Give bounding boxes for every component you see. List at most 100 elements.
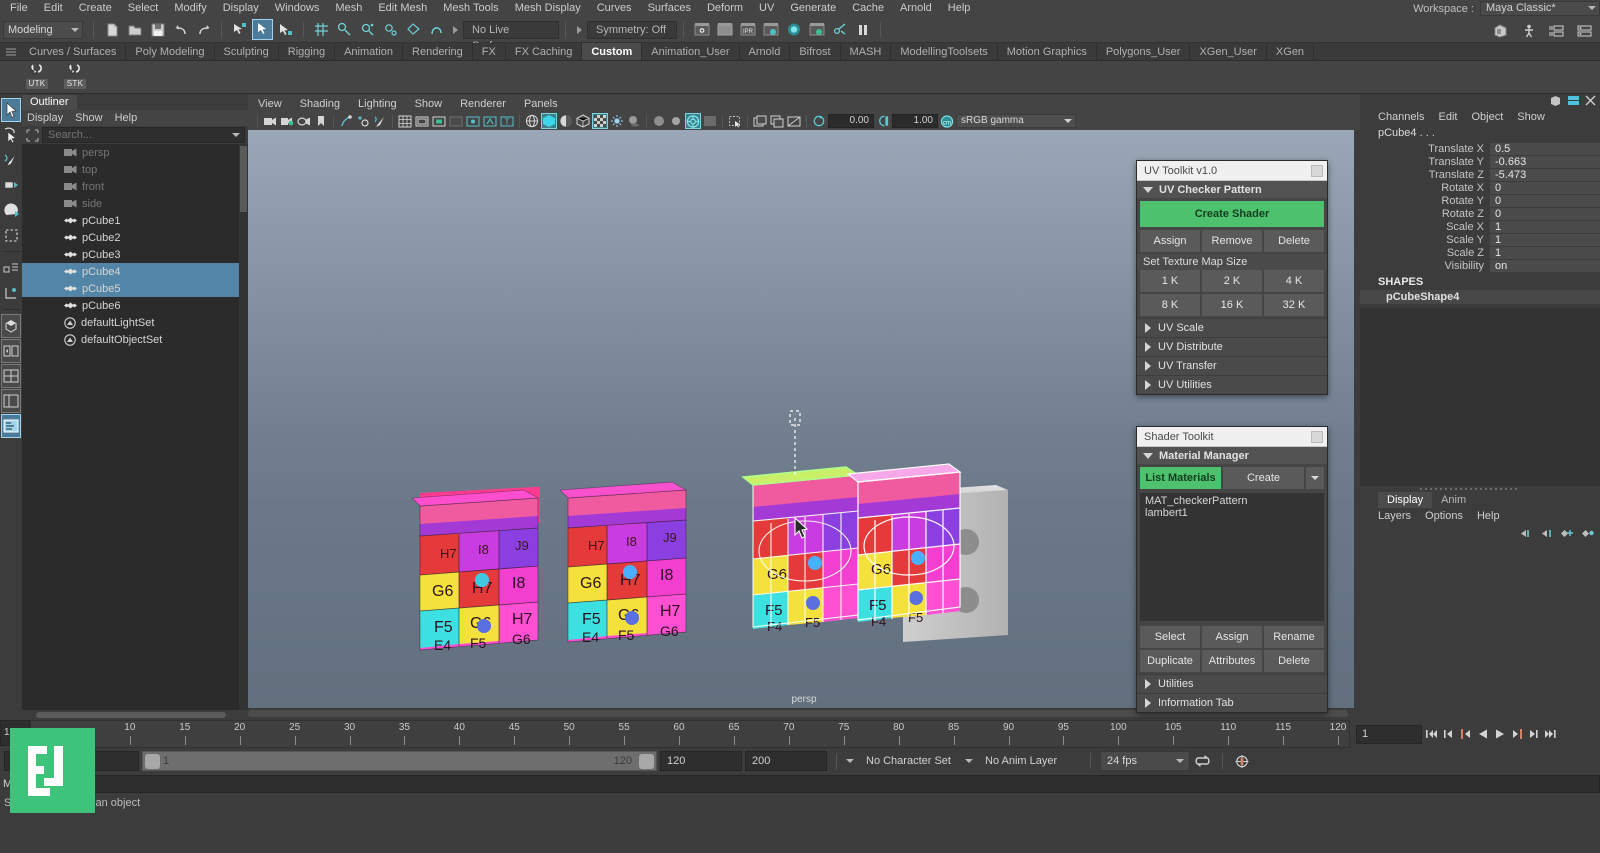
channel-row-scale-y[interactable]: Scale Y 1: [1360, 233, 1600, 246]
channel-value[interactable]: 1: [1490, 220, 1600, 233]
command-line-input[interactable]: [28, 775, 1600, 793]
material-list-item[interactable]: lambert1: [1145, 507, 1319, 520]
menu-arnold[interactable]: Arnold: [892, 0, 940, 17]
move-tool-icon[interactable]: [1, 173, 21, 197]
menu-file[interactable]: File: [2, 0, 36, 17]
snap-to-curve-icon[interactable]: [334, 19, 355, 40]
menu-mesh[interactable]: Mesh: [327, 0, 370, 17]
outliner-item-side[interactable]: side: [22, 195, 248, 212]
uv-toolkit-section-uv-distribute[interactable]: UV Distribute: [1137, 337, 1327, 356]
step-forward-keyframe-icon[interactable]: [1526, 725, 1541, 743]
shelf-tab-motion-graphics[interactable]: Motion Graphics: [997, 43, 1097, 60]
layer-move-right-icon[interactable]: [1539, 528, 1552, 539]
search-input[interactable]: [43, 128, 244, 142]
select-tool-icon[interactable]: [1, 98, 21, 122]
layer-editor-body[interactable]: [1360, 542, 1600, 720]
select-by-component-icon[interactable]: [275, 19, 296, 40]
toggle-attribute-editor-icon[interactable]: [1490, 20, 1511, 41]
undo-icon[interactable]: [170, 19, 191, 40]
delete-material-button[interactable]: Delete: [1264, 650, 1324, 672]
shelf-tab-bifrost[interactable]: Bifrost: [790, 43, 841, 60]
menu-cache[interactable]: Cache: [844, 0, 892, 17]
range-end-handle[interactable]: [639, 754, 654, 769]
viewport-menu-lighting[interactable]: Lighting: [358, 98, 397, 110]
shader-toolkit-window[interactable]: Shader Toolkit Material Manager List Mat…: [1136, 426, 1328, 713]
viewport-menu-renderer[interactable]: Renderer: [460, 98, 506, 110]
shader-toolkit-section-information-tab[interactable]: Information Tab: [1137, 693, 1327, 712]
remove-button[interactable]: Remove: [1202, 230, 1262, 252]
render-settings-icon[interactable]: [760, 19, 781, 40]
fps-field[interactable]: 24 fps: [1100, 751, 1190, 771]
shelf-handle-icon[interactable]: [2, 43, 20, 61]
outliner-search-box[interactable]: [42, 127, 245, 143]
grid-toggle-icon[interactable]: [397, 113, 413, 129]
symmetry-options-arrow-icon[interactable]: [577, 25, 582, 34]
four-pane-layout-icon[interactable]: [1, 364, 21, 388]
channel-value[interactable]: 0: [1490, 194, 1600, 207]
bookmark-icon[interactable]: [313, 113, 329, 129]
anim-end-field[interactable]: 200: [745, 751, 827, 771]
add-light-icon[interactable]: [355, 113, 371, 129]
shelf-tab-xgen-user[interactable]: XGen_User: [1190, 43, 1267, 60]
toggle-layer-editor-icon[interactable]: [1574, 20, 1595, 41]
show-manipulator-icon[interactable]: [1, 281, 21, 305]
menu-surfaces[interactable]: Surfaces: [640, 0, 699, 17]
uv-toolkit-window[interactable]: UV Toolkit v1.0 UV Checker Pattern Creat…: [1136, 160, 1328, 395]
menu-display[interactable]: Display: [215, 0, 267, 17]
map-size-32k-button[interactable]: 32 K: [1264, 294, 1324, 316]
camera-attributes-icon[interactable]: [296, 113, 312, 129]
shader-toolkit-resize-grip[interactable]: [1311, 431, 1323, 443]
snap-to-point-icon[interactable]: [357, 19, 378, 40]
exposure-value[interactable]: 0.00: [828, 114, 874, 128]
step-back-keyframe-icon[interactable]: [1441, 725, 1456, 743]
channel-row-rotate-x[interactable]: Rotate X 0: [1360, 181, 1600, 194]
viewport-menu-panels[interactable]: Panels: [524, 98, 558, 110]
channel-row-visibility[interactable]: Visibility on: [1360, 259, 1600, 272]
menu-select[interactable]: Select: [120, 0, 167, 17]
menu-create[interactable]: Create: [71, 0, 120, 17]
select-by-object-icon[interactable]: [252, 19, 273, 40]
viewport-menu-show[interactable]: Show: [415, 98, 443, 110]
pause-icon[interactable]: [852, 19, 873, 40]
play-backwards-icon[interactable]: [1475, 725, 1490, 743]
shelf-tab-modellingtoolsets[interactable]: ModellingToolsets: [891, 43, 998, 60]
time-slider-track[interactable]: 10 15 20 25 30 35 40 45 50 55 60 65 70 75 80 85 90 95 100 1…: [30, 720, 1350, 748]
outliner-hscroll-thumb[interactable]: [36, 712, 226, 718]
workspace-selector[interactable]: Workspace : Maya Classic*: [1413, 0, 1600, 17]
step-forward-frame-icon[interactable]: [1509, 725, 1524, 743]
range-slider[interactable]: 1 120: [142, 751, 657, 771]
menu-uv[interactable]: UV: [751, 0, 782, 17]
menu-set-selector[interactable]: Modeling: [3, 20, 83, 39]
uv-toolkit-section-uv-utilities[interactable]: UV Utilities: [1137, 375, 1327, 394]
shelf-button-stk[interactable]: STK: [58, 62, 92, 93]
menu-windows[interactable]: Windows: [267, 0, 328, 17]
shader-toolkit-section-utilities[interactable]: Utilities: [1137, 674, 1327, 693]
smooth-shade-all-icon[interactable]: [541, 113, 557, 129]
select-material-button[interactable]: Select: [1140, 626, 1200, 648]
anti-alias-icon[interactable]: [685, 113, 701, 129]
shelf-tab-rigging[interactable]: Rigging: [278, 43, 336, 60]
isolate-select-icon[interactable]: [727, 113, 743, 129]
menu-curves[interactable]: Curves: [589, 0, 640, 17]
character-set-field[interactable]: No Character Set: [857, 751, 962, 771]
image-plane-icon[interactable]: [338, 113, 354, 129]
assign-material-button[interactable]: Assign: [1202, 626, 1262, 648]
render-setup-icon[interactable]: [829, 19, 850, 40]
channel-box-shape-name[interactable]: pCubeShape4: [1360, 290, 1600, 304]
snap-to-view-plane-icon[interactable]: [403, 19, 424, 40]
render-current-frame-icon[interactable]: [714, 19, 735, 40]
channel-value[interactable]: 1: [1490, 233, 1600, 246]
channel-row-translate-z[interactable]: Translate Z -5.473: [1360, 168, 1600, 181]
open-scene-icon[interactable]: [124, 19, 145, 40]
toggle-tool-settings-icon[interactable]: [1518, 20, 1539, 41]
channel-box-menu-object[interactable]: Object: [1471, 111, 1503, 123]
outliner-hscrollbar[interactable]: [22, 710, 248, 720]
uv-checker-pattern-section-header[interactable]: UV Checker Pattern: [1137, 181, 1327, 198]
assign-button[interactable]: Assign: [1140, 230, 1200, 252]
menu-generate[interactable]: Generate: [782, 0, 844, 17]
play-forwards-icon[interactable]: [1492, 725, 1507, 743]
anim-layer-arrow-icon[interactable]: [965, 759, 973, 763]
chevron-down-icon[interactable]: [232, 133, 240, 137]
shelf-tab-curves-surfaces[interactable]: Curves / Surfaces: [20, 43, 127, 60]
delete-button[interactable]: Delete: [1264, 230, 1324, 252]
